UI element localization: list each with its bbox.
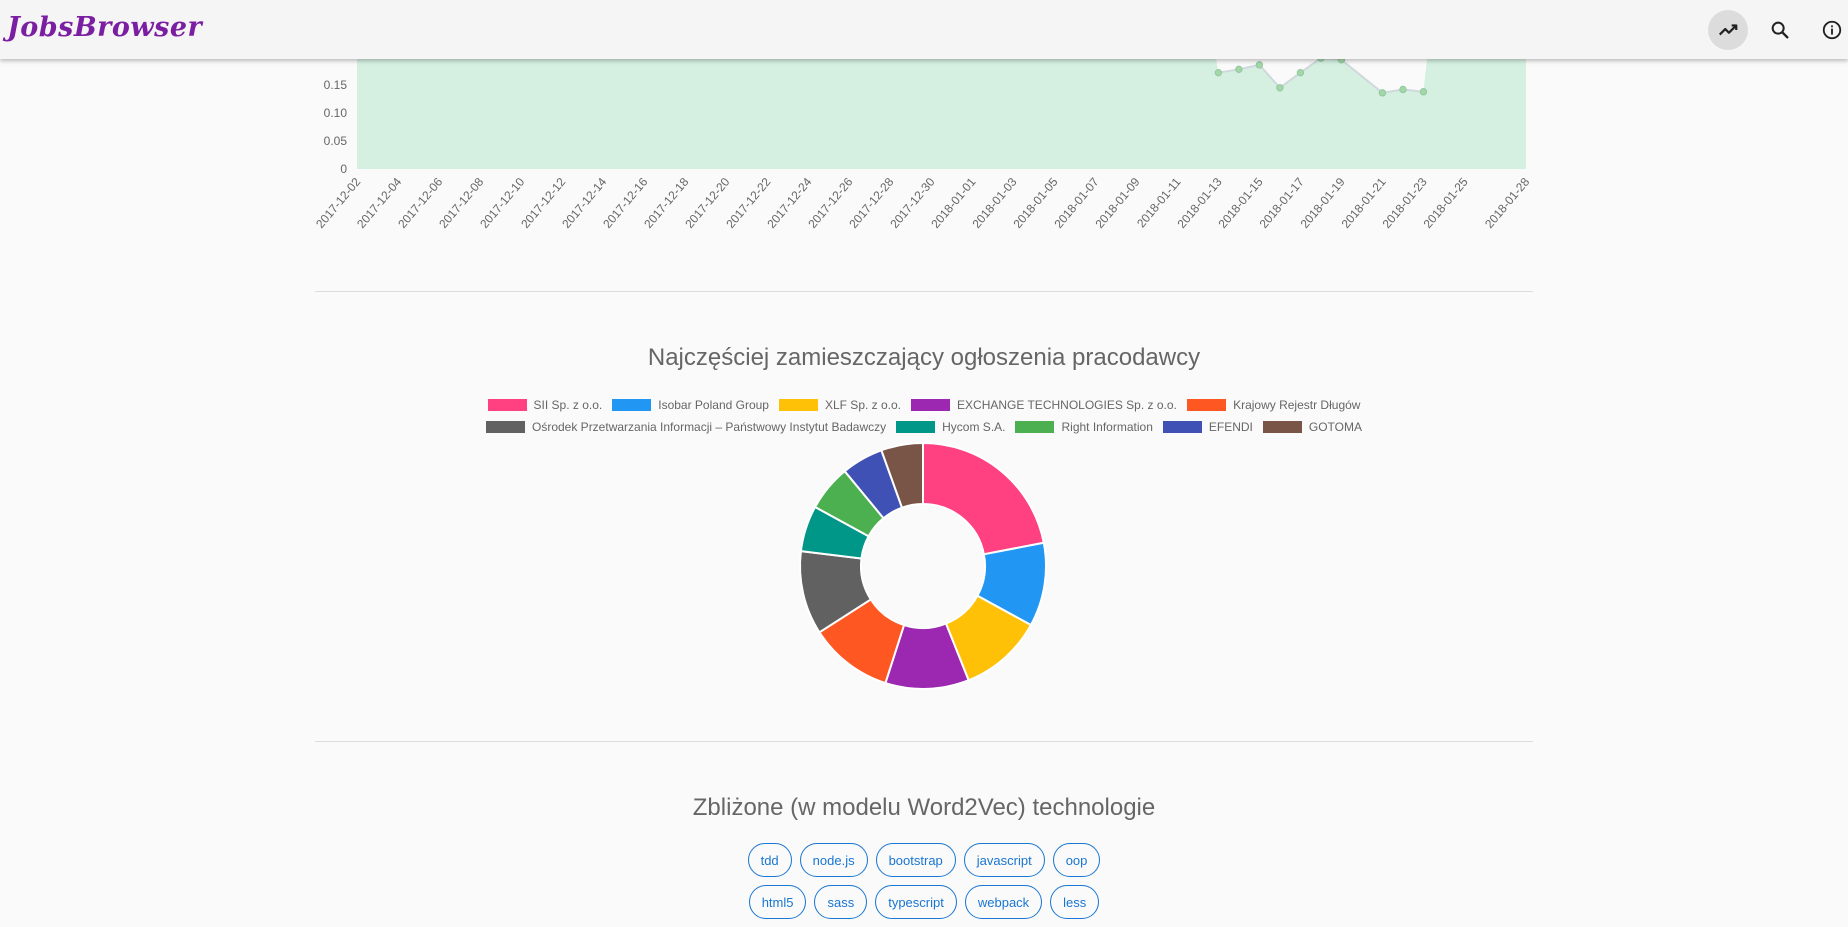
legend-item[interactable]: Isobar Poland Group [612,398,769,412]
app-bar: JobsBrowser [0,0,1848,59]
tech-chip[interactable]: webpack [964,885,1043,919]
legend-label: XLF Sp. z o.o. [824,398,902,412]
search-button[interactable] [1760,10,1800,50]
tech-chip[interactable]: sass [814,885,868,919]
section-divider [315,741,1533,742]
chip-row: tdd node.js bootstrap javascript oop [0,843,1848,877]
legend-label: EXCHANGE TECHNOLOGIES Sp. z o.o. [957,398,1177,412]
legend-item[interactable]: Krajowy Rejestr Długów [1187,398,1360,412]
tech-chip[interactable]: javascript [963,843,1045,877]
search-icon [1771,21,1789,39]
legend-swatch [911,399,951,411]
tech-chip[interactable]: typescript [875,885,957,919]
trend-point [1235,65,1243,74]
tech-chip[interactable]: less [1050,885,1100,919]
legend-label: EFENDI [1208,420,1253,434]
tech-chip[interactable]: oop [1052,843,1101,877]
trend-point [1378,89,1387,97]
tech-chip[interactable]: node.js [799,843,868,877]
legend-label: Right Information [1061,420,1153,434]
legend-item[interactable]: SII Sp. z o.o. [487,398,603,412]
y-tick-label: 0.15 [324,78,348,92]
legend-item[interactable]: Right Information [1015,420,1153,434]
legend-item[interactable]: Hycom S.A. [896,420,1006,434]
y-tick-label: 0.05 [324,134,348,148]
legend-item[interactable]: GOTOMA [1262,420,1362,434]
trend-point [1399,85,1407,94]
trends-button[interactable] [1708,10,1748,50]
app-logo[interactable]: JobsBrowser [7,12,202,43]
legend-swatch [487,399,527,411]
legend-item[interactable]: EXCHANGE TECHNOLOGIES Sp. z o.o. [911,398,1177,412]
chip-row: html5 sass typescript webpack less [0,885,1848,919]
pie-slice[interactable] [922,441,1045,556]
legend-swatch [1187,399,1227,411]
trend-point [1419,88,1428,96]
y-tick-label: 0 [340,162,347,176]
y-tick-label: 0.10 [324,106,348,120]
info-button[interactable] [1812,10,1848,50]
legend-item[interactable]: Ośrodek Przetwarzania Informacji – Państ… [486,420,886,434]
employers-title: Najczęściej zamieszczający ogłoszenia pr… [647,344,1201,371]
info-icon [1822,20,1842,40]
legend-label: GOTOMA [1308,420,1362,434]
x-tick-label: 2018-01-28 [1482,175,1532,231]
legend-item[interactable]: EFENDI [1162,420,1253,434]
tech-chip[interactable]: tdd [747,843,792,877]
trend-point [1296,68,1305,77]
trend-point [1276,84,1284,92]
trend-point [1214,68,1223,77]
legend-swatch [1162,421,1202,433]
tech-chip[interactable]: bootstrap [875,843,956,877]
tech-chip[interactable]: html5 [748,885,807,919]
legend-swatch [1015,421,1055,433]
legend-label: Ośrodek Przetwarzania Informacji – Państ… [532,420,887,434]
similar-tech-title: Zbliżone (w modelu Word2Vec) technologie [692,794,1156,821]
legend-swatch [486,421,525,433]
similar-tech-chips: tdd node.js bootstrap javascript oop html5 sas… [0,843,1848,927]
legend-label: Krajowy Rejestr Długów [1233,398,1361,412]
legend-label: Hycom S.A. [942,420,1006,434]
legend-swatch [1262,421,1302,433]
trend-point [1255,61,1264,69]
legend-swatch [612,399,652,411]
trending-up-icon [1718,24,1738,36]
section-divider [315,291,1533,292]
legend-label: Isobar Poland Group [658,398,769,412]
legend-swatch [896,421,936,433]
legend-item[interactable]: XLF Sp. z o.o. [778,398,902,412]
legend-swatch [778,399,818,411]
employers-donut-chart [799,441,1047,690]
legend-label: SII Sp. z o.o. [533,398,603,412]
